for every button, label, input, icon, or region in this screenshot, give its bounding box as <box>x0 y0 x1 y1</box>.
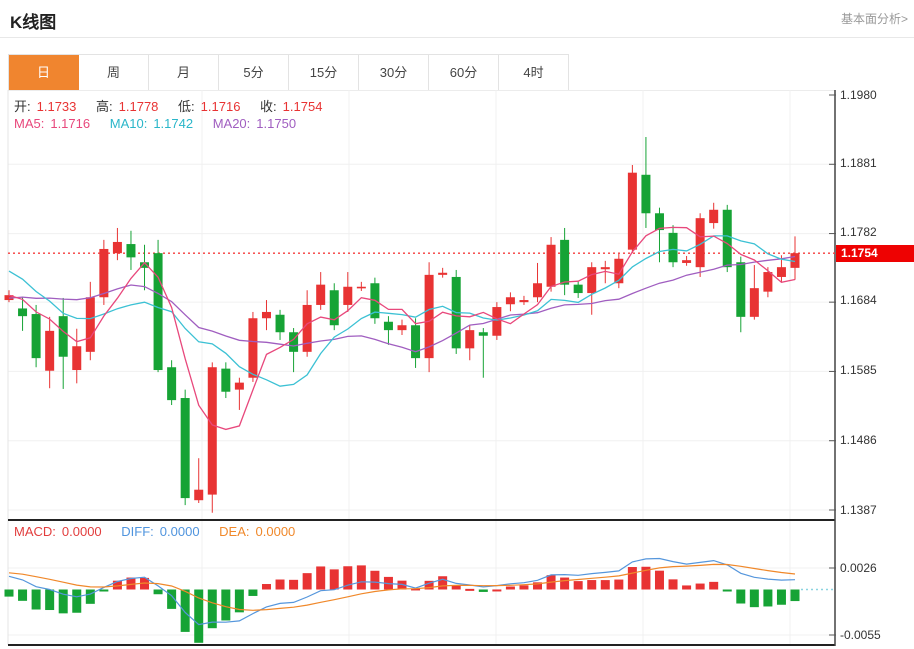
close-value: 1.1754 <box>283 99 323 114</box>
ma20-value: 1.1750 <box>256 116 296 131</box>
macd-label: MACD: <box>14 524 56 539</box>
dea-value: 0.0000 <box>256 524 296 539</box>
diff-label: DIFF: <box>121 524 154 539</box>
high-value: 1.1778 <box>119 99 159 114</box>
price-tick-7: 1.1387 <box>840 503 877 517</box>
diff-value: 0.0000 <box>160 524 200 539</box>
low-label: 低: <box>178 99 195 114</box>
low-value: 1.1716 <box>201 99 241 114</box>
ma10-value: 1.1742 <box>153 116 193 131</box>
price-tick-3: 1.1782 <box>840 225 877 239</box>
ma10-label: MA10: <box>110 116 148 131</box>
price-tick-4: 1.1684 <box>840 293 877 307</box>
high-label: 高: <box>96 99 113 114</box>
open-label: 开: <box>14 99 31 114</box>
macd-readout: MACD: 0.0000 DIFF: 0.0000 DEA: 0.0000 <box>14 524 311 539</box>
kline-widget: K线图 基本面分析> 日 周 月 5分 15分 30分 60分 4时 开:1.1… <box>0 0 914 649</box>
macd-tick-2: -0.0055 <box>840 628 881 642</box>
open-value: 1.1733 <box>37 99 77 114</box>
price-tick-5: 1.1585 <box>840 363 877 377</box>
macd-tick-1: 0.0026 <box>840 561 877 575</box>
price-tick-1: 1.1980 <box>840 88 877 102</box>
dea-label: DEA: <box>219 524 249 539</box>
current-price-badge: 1.1754 <box>836 245 914 262</box>
ma5-value: 1.1716 <box>50 116 90 131</box>
price-tick-2: 1.1881 <box>840 156 877 170</box>
close-label: 收: <box>260 99 277 114</box>
macd-value: 0.0000 <box>62 524 102 539</box>
ma-readout: MA5: 1.1716 MA10: 1.1742 MA20: 1.1750 <box>14 116 312 131</box>
ma20-label: MA20: <box>213 116 251 131</box>
price-tick-6: 1.1486 <box>840 433 877 447</box>
ma5-label: MA5: <box>14 116 44 131</box>
ohlc-readout: 开: 1.1733 高: 1.1778 低: 1.1716 收: 1.1754 <box>14 96 338 115</box>
